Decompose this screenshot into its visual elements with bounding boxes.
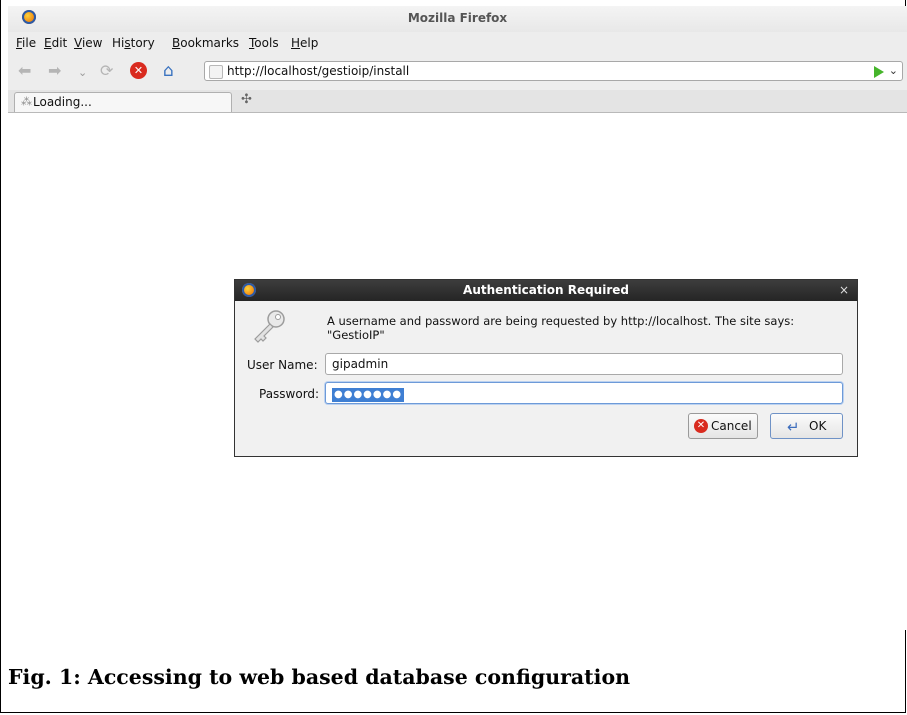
forward-arrow-icon[interactable]: ➡ <box>48 63 61 79</box>
navigation-toolbar: ⬅ ➡ ⌄ ⟳ ✕ ⌂ http://localhost/gestioip/in… <box>8 54 907 91</box>
password-label: Password: <box>259 387 320 401</box>
go-icon[interactable] <box>874 66 884 78</box>
key-icon <box>254 310 285 343</box>
stop-icon[interactable]: ✕ <box>130 62 147 79</box>
tab-label: Loading... <box>33 95 92 109</box>
menu-file[interactable]: File <box>16 36 36 50</box>
username-label: User Name: <box>247 358 318 372</box>
history-dropdown-icon[interactable]: ⌄ <box>78 65 87 81</box>
url-bar[interactable]: http://localhost/gestioip/install ⌄ <box>204 61 903 81</box>
browser-window: Mozilla Firefox File Edit View History B… <box>8 6 907 630</box>
menu-history[interactable]: History <box>112 36 155 50</box>
reload-icon[interactable]: ⟳ <box>100 63 113 79</box>
new-tab-icon[interactable]: ✣ <box>241 92 252 107</box>
window-titlebar: Mozilla Firefox <box>8 6 907 32</box>
menu-edit[interactable]: Edit <box>44 36 67 50</box>
ok-button[interactable]: ↵ OK <box>770 413 843 439</box>
auth-message: A username and password are being reques… <box>327 314 795 342</box>
tab-strip: ⁂ Loading... ✣ <box>8 90 907 113</box>
cancel-button[interactable]: ✕ Cancel <box>688 413 758 439</box>
menu-view[interactable]: View <box>74 36 102 50</box>
tab-loading[interactable]: ⁂ Loading... <box>14 92 232 112</box>
enter-arrow-icon: ↵ <box>787 418 800 436</box>
dialog-title: Authentication Required <box>463 283 629 297</box>
back-arrow-icon[interactable]: ⬅ <box>18 63 31 79</box>
dialog-titlebar: Authentication Required × <box>235 280 857 301</box>
close-icon[interactable]: × <box>839 283 849 297</box>
menu-help[interactable]: Help <box>291 36 318 50</box>
loading-spinner-icon: ⁂ <box>21 95 32 108</box>
menu-bar: File Edit View History Bookmarks Tools H… <box>8 32 907 54</box>
username-value: gipadmin <box>332 357 389 371</box>
password-field[interactable]: ●●●●●●● <box>325 382 843 404</box>
username-field[interactable]: gipadmin <box>325 353 843 375</box>
url-text: http://localhost/gestioip/install <box>227 64 410 78</box>
cancel-icon: ✕ <box>694 419 708 433</box>
menu-tools[interactable]: Tools <box>249 36 279 50</box>
auth-dialog: Authentication Required × A username and… <box>234 279 858 457</box>
figure-caption: Fig. 1: Accessing to web based database … <box>8 665 631 689</box>
menu-bookmarks[interactable]: Bookmarks <box>172 36 239 50</box>
ok-label: OK <box>809 419 827 433</box>
home-icon[interactable]: ⌂ <box>163 63 174 80</box>
url-dropdown-icon[interactable]: ⌄ <box>889 64 898 77</box>
cancel-label: Cancel <box>711 419 752 433</box>
password-mask: ●●●●●●● <box>332 388 405 402</box>
site-identity-icon[interactable] <box>209 65 223 79</box>
window-title: Mozilla Firefox <box>407 11 508 25</box>
